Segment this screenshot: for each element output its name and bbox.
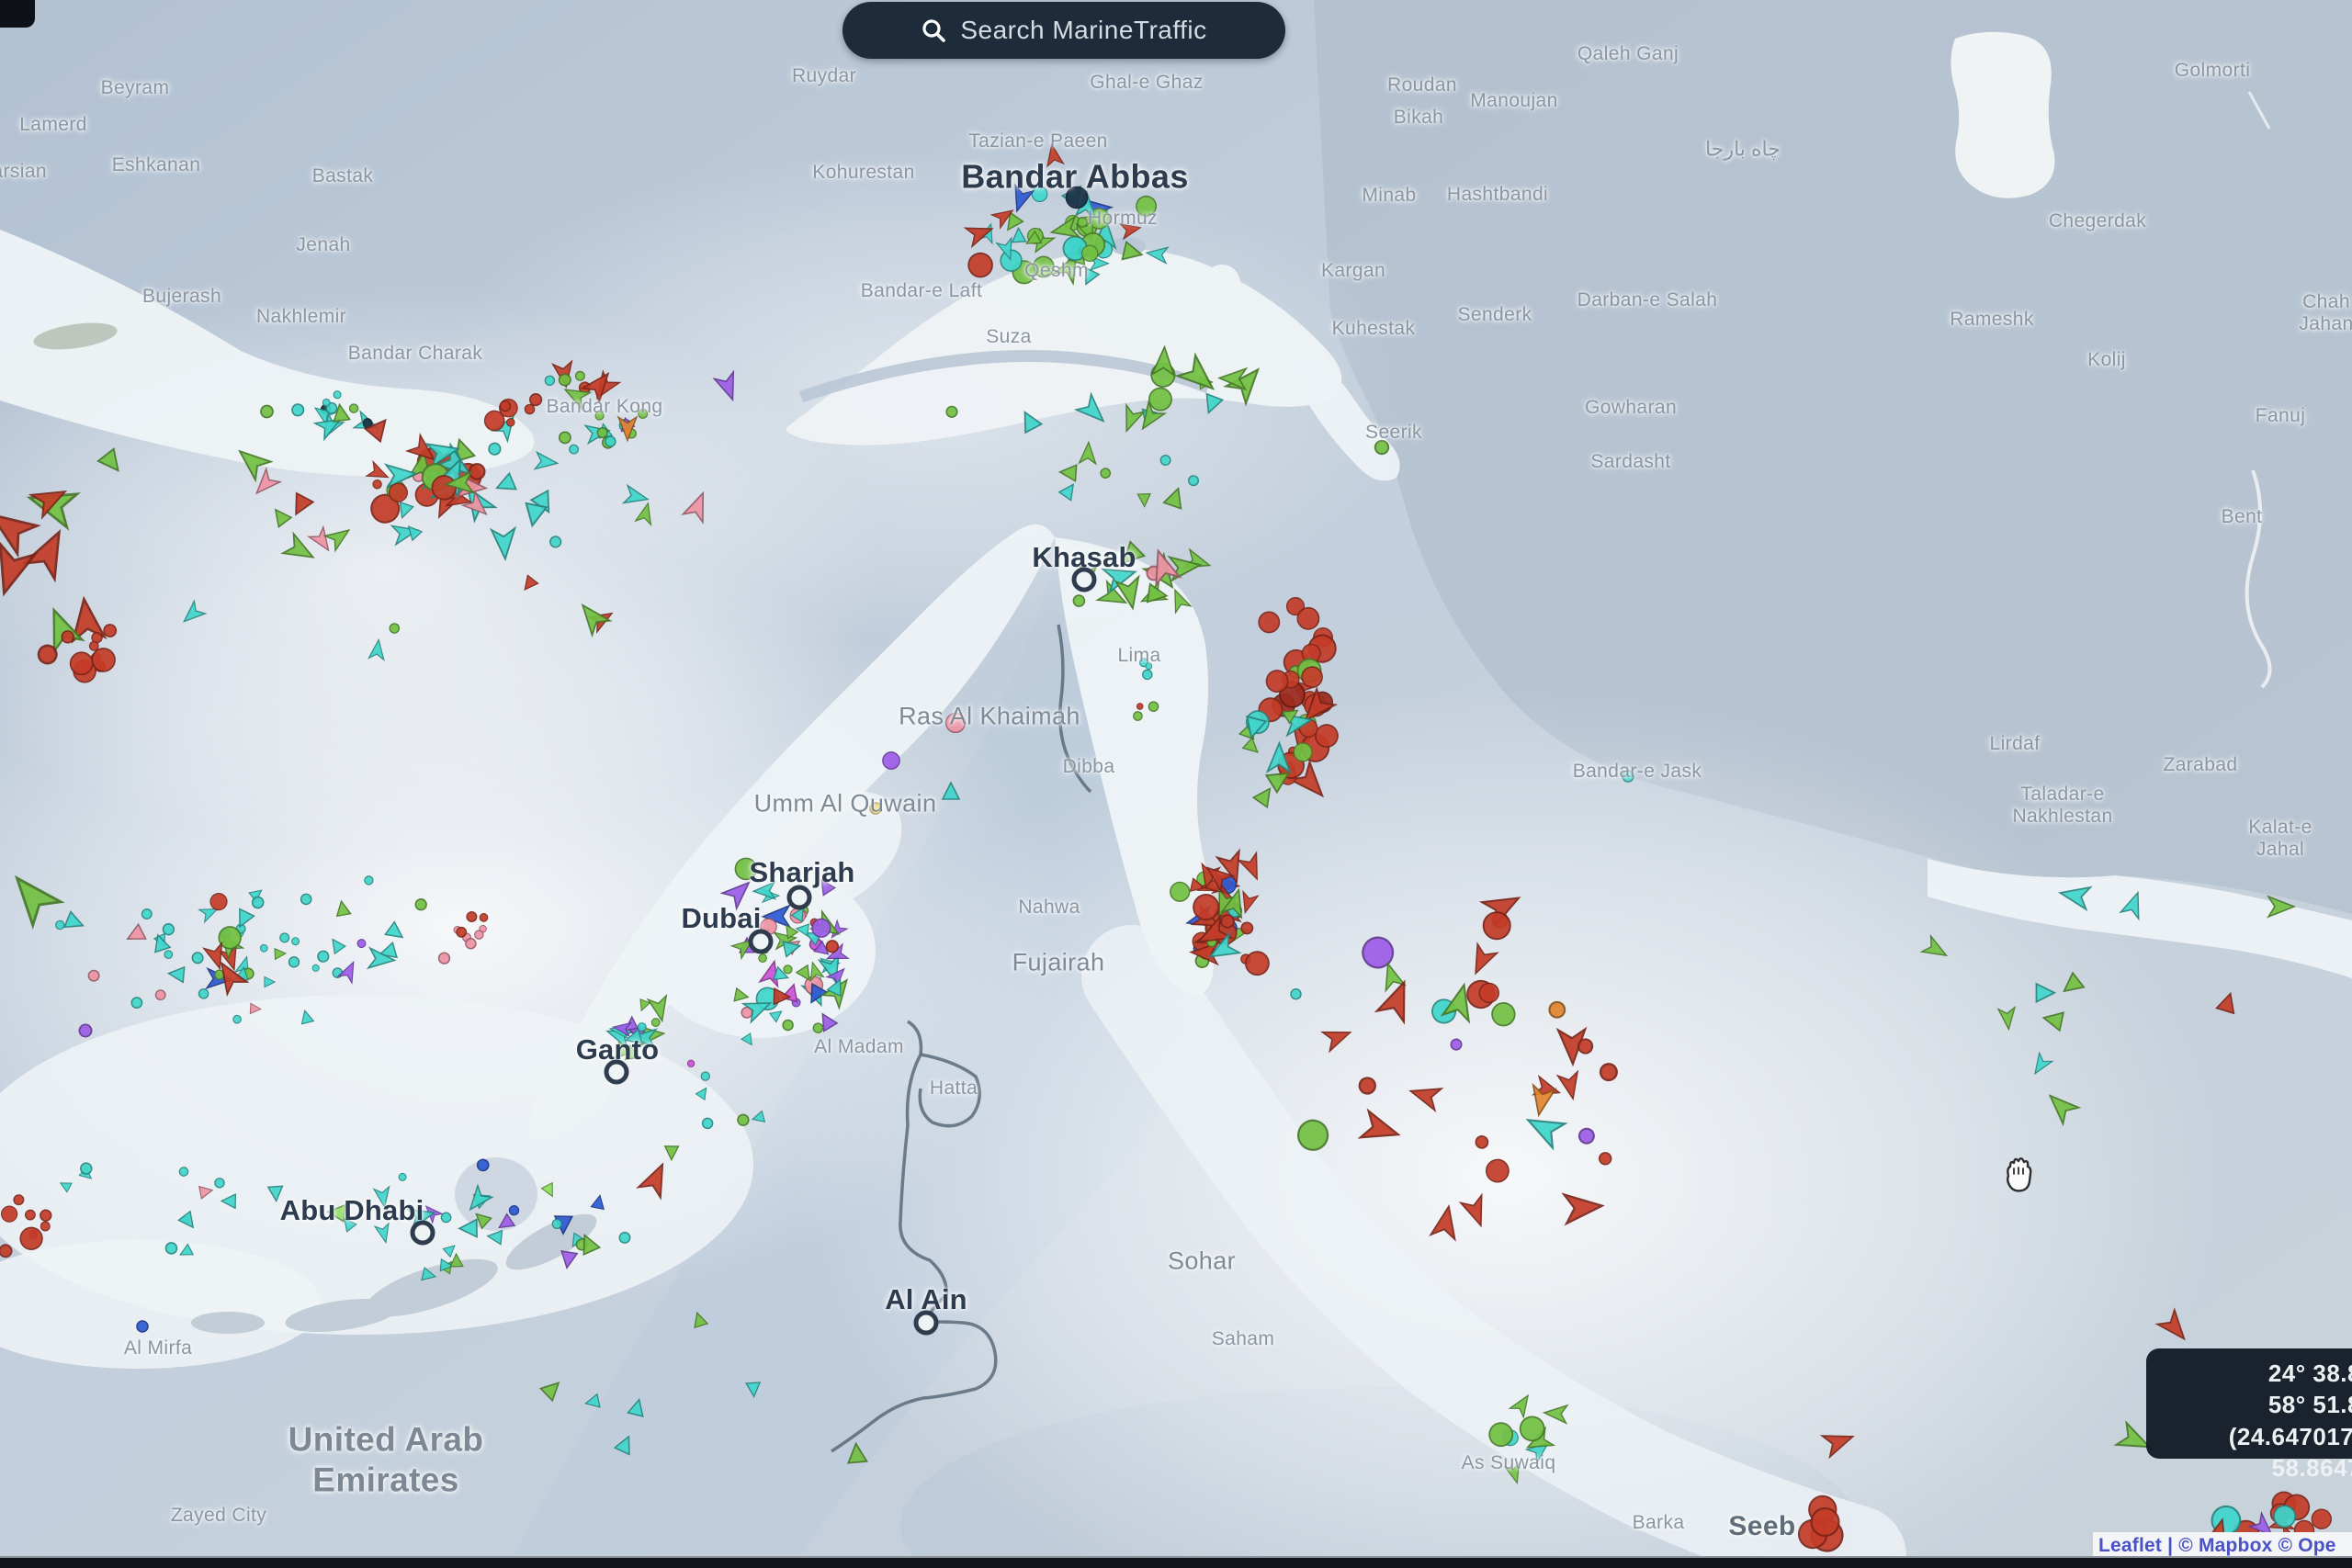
place-label: Kohurestan: [812, 162, 914, 184]
place-label: Al Madam: [814, 1036, 904, 1058]
town-marker: [411, 1221, 435, 1246]
place-label: Seerik: [1365, 422, 1422, 444]
place-label: Ras Al Khaimah: [899, 702, 1080, 730]
place-label: Hatta: [930, 1077, 978, 1100]
place-label: Bastak: [312, 165, 374, 187]
place-label: Sardasht: [1590, 451, 1670, 473]
place-label: Kalat-e Jahal: [2245, 817, 2316, 861]
town-marker: [1072, 568, 1097, 592]
place-label: Nahwa: [1018, 897, 1080, 919]
place-label: Parsian: [0, 161, 47, 183]
place-label: Khasab: [1032, 541, 1136, 574]
coordinates-panel: 24° 38.8 58° 51.8 (24.647017, 58.8647: [2146, 1348, 2352, 1459]
place-label: Umm Al Quwain: [754, 789, 937, 818]
place-label: Al Ain: [885, 1283, 967, 1316]
place-label: Bandar-e Laft: [861, 280, 982, 302]
place-label: Lamerd: [19, 114, 87, 136]
place-label: Zayed City: [171, 1505, 266, 1527]
place-label: Qaleh Ganj: [1577, 43, 1679, 65]
place-label: Ganto: [576, 1033, 660, 1066]
town-marker: [605, 1060, 629, 1085]
marinetraffic-map-screen: Beyram Lamerd Parsian Eshkanan Bastak Jenah Bu…: [0, 0, 2352, 1568]
place-label: Lima: [1117, 645, 1160, 667]
place-label: Roudan: [1387, 74, 1457, 96]
place-label: Beyram: [101, 77, 170, 99]
monitor-bezel-corner: [0, 0, 35, 28]
place-label: Dibba: [1063, 756, 1115, 778]
place-label: Qeshm: [1024, 260, 1089, 282]
place-label: Bikah: [1394, 107, 1444, 129]
place-label: Lirdaf: [1990, 733, 2041, 755]
place-label: Bandar Abbas: [961, 157, 1189, 195]
town-marker: [787, 886, 812, 910]
place-label: Barka: [1633, 1512, 1685, 1534]
place-label: Seeb: [1728, 1511, 1795, 1543]
town-marker: [914, 1311, 939, 1336]
place-label: Gowharan: [1585, 397, 1677, 419]
coord-decimal: (24.647017, 58.8647: [2146, 1421, 2352, 1484]
place-label: Sharjah: [749, 856, 854, 889]
place-label: Golmorti: [2175, 60, 2251, 82]
place-label: Sohar: [1168, 1247, 1236, 1275]
place-label: Hashtbandi: [1447, 184, 1548, 206]
town-marker: [749, 930, 774, 954]
place-label: Dubai: [681, 902, 761, 935]
place-label: Rameshk: [1950, 309, 2034, 331]
search-placeholder: Search MarineTraffic: [960, 16, 1206, 45]
place-label: Taladar-e Nakhlestan: [2012, 784, 2112, 828]
place-label: Nakhlemir: [256, 306, 346, 328]
place-label: Ghal-e Ghaz: [1090, 72, 1203, 94]
place-label: Bandar Charak: [348, 343, 482, 365]
place-label: Chah Jahan: [2299, 291, 2352, 335]
coord-lon-dm: 58° 51.8: [2146, 1389, 2352, 1420]
place-label: Bandar-e Jask: [1573, 761, 1702, 783]
place-label: Tazian-e Paeen: [968, 130, 1108, 152]
place-label: Kolij: [2087, 349, 2126, 371]
place-labels-layer: Beyram Lamerd Parsian Eshkanan Bastak Jenah Bu…: [0, 0, 2352, 1568]
place-label: Fanuj: [2256, 405, 2306, 427]
place-label: Senderk: [1457, 304, 1532, 326]
place-label: Saham: [1212, 1328, 1275, 1350]
place-label: Minab: [1362, 185, 1416, 207]
place-label: Zarabad: [2163, 754, 2237, 776]
place-label: Eshkanan: [112, 154, 201, 176]
place-label: Jenah: [296, 234, 350, 256]
place-label: Kargan: [1321, 260, 1385, 282]
place-label: Darban-e Salah: [1577, 289, 1718, 311]
place-label: Abu Dhabi: [280, 1194, 424, 1227]
place-label: Fujairah: [1012, 948, 1105, 976]
place-label: Bent: [2222, 506, 2263, 528]
search-bar[interactable]: Search MarineTraffic: [842, 2, 1285, 59]
place-label: Chegerdak: [2049, 210, 2146, 232]
place-label: Kuhestak: [1332, 318, 1416, 340]
coord-lat-dm: 24° 38.8: [2146, 1358, 2352, 1389]
place-label: Hormuz: [1088, 208, 1158, 230]
search-icon: [921, 17, 946, 43]
place-label: Suza: [986, 326, 1031, 348]
place-label: Manoujan: [1470, 90, 1557, 112]
place-label: چاه بارجا: [1705, 137, 1781, 160]
place-label: As Suwaiq: [1462, 1452, 1556, 1474]
place-label: Ruydar: [792, 65, 856, 87]
place-label: Bandar Kong: [547, 396, 663, 418]
place-label: Al Mirfa: [124, 1337, 192, 1359]
place-label: United Arab Emirates: [288, 1420, 484, 1502]
place-label: Bujerash: [142, 286, 221, 308]
monitor-bezel-bottom: [0, 1556, 2352, 1568]
